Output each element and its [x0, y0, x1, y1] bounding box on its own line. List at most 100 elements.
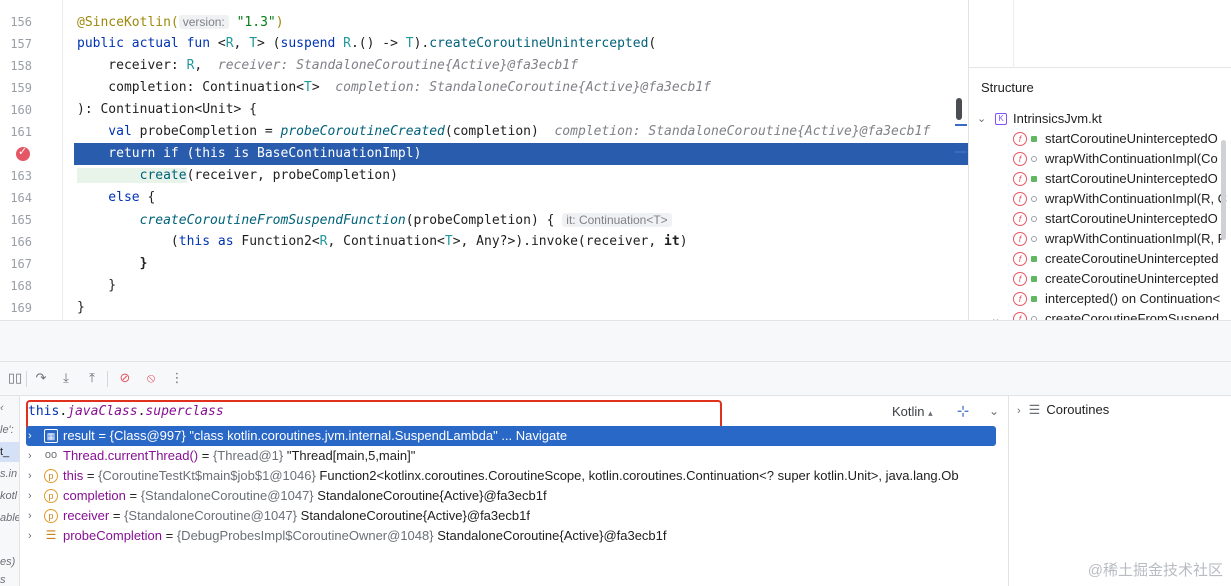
frames-list[interactable]: ‹ le': t_ s.in kotl able es) s	[0, 396, 20, 586]
variable-value: StandaloneCoroutine{Active}@fa3ecb1f	[433, 528, 667, 543]
variables-panel[interactable]: this.javaClass.superclass Kotlin ▴ ⊹ ⌄ ›…	[20, 396, 1008, 586]
structure-item[interactable]: f wrapWithContinuationImpl(Co	[969, 149, 1231, 169]
variable-row[interactable]: › oo Thread.currentThread() = {Thread@1}…	[20, 446, 1008, 466]
inline-value-hint: completion: StandaloneCoroutine{Active}@…	[335, 80, 711, 95]
frame-item[interactable]: s.in	[0, 464, 19, 484]
code-line[interactable]: createCoroutineFromSuspendFunction(probe…	[0, 209, 968, 231]
frame-item[interactable]: t_	[0, 442, 19, 462]
language-label: Kotlin	[892, 404, 925, 419]
variable-name: probeCompletion	[63, 528, 163, 543]
chevron-down-icon[interactable]: ⌄	[991, 309, 1000, 320]
variable-type: {StandaloneCoroutine@1047}	[140, 488, 314, 503]
error-stripe-mark[interactable]	[955, 124, 967, 126]
code-line[interactable]: receiver: R, receiver: StandaloneCorouti…	[0, 55, 968, 77]
type-param: R	[343, 36, 351, 51]
structure-item[interactable]: f startCoroutineUninterceptedO	[969, 129, 1231, 149]
frame-item[interactable]: kotl	[0, 486, 19, 506]
structure-item[interactable]: f intercepted() on Continuation<	[969, 289, 1231, 309]
step-over-icon[interactable]: ↷	[32, 370, 50, 388]
variable-eq: =	[94, 428, 110, 443]
chevron-right-icon[interactable]: ›	[28, 466, 32, 486]
structure-item[interactable]: f createCoroutineUnintercepted	[969, 249, 1231, 269]
frame-item[interactable]: es)	[0, 552, 19, 572]
code-line[interactable]: create(receiver, probeCompletion)	[0, 165, 968, 187]
variable-row[interactable]: › ☰ probeCompletion = {DebugProbesImpl$C…	[20, 526, 1008, 546]
it-keyword: it	[664, 234, 680, 249]
structure-item-label: createCoroutineUnintercepted	[1045, 271, 1219, 286]
structure-item-label: startCoroutineUninterceptedO	[1045, 211, 1218, 226]
function-icon: f	[1013, 172, 1027, 186]
expression-input[interactable]: this.javaClass.superclass	[28, 404, 224, 419]
variable-row[interactable]: › p this = {CoroutineTestKt$main$job$1@1…	[20, 466, 1008, 486]
chevron-right-icon[interactable]: ›	[28, 526, 32, 546]
structure-panel[interactable]: Structure ⌄ K IntrinsicsJvm.kt f startCor…	[968, 0, 1231, 320]
step-out-icon[interactable]: ⤒	[83, 370, 101, 388]
structure-title: Structure	[981, 80, 1034, 95]
code-line[interactable]: public actual fun <R, T> (suspend R.() -…	[0, 33, 968, 55]
error-stripe-mark[interactable]	[955, 151, 967, 153]
view-breakpoints-icon[interactable]: ⊘	[116, 370, 134, 388]
code-line[interactable]: }	[0, 275, 968, 297]
divider	[1013, 0, 1014, 68]
watch-result-icon: ▦	[44, 429, 58, 443]
code-line[interactable]: else {	[0, 187, 968, 209]
variable-row[interactable]: › p completion = {StandaloneCoroutine@10…	[20, 486, 1008, 506]
frame-item[interactable]: able	[0, 508, 19, 528]
code-token: receiver:	[77, 58, 187, 73]
layout-icon[interactable]: ▯▯	[6, 370, 24, 388]
step-into-icon[interactable]: ⤓	[57, 370, 75, 388]
watermark: @稀土掘金技术社区	[1087, 562, 1223, 579]
code-line[interactable]: val probeCompletion = probeCoroutineCrea…	[0, 121, 968, 143]
chevron-right-icon[interactable]: ›	[1017, 405, 1021, 417]
variable-row-result[interactable]: › ▦ result = {Class@997} "class kotlin.c…	[26, 426, 996, 446]
frame-item[interactable]: ‹	[0, 398, 19, 418]
coroutines-node[interactable]: › ☰ Coroutines	[1017, 400, 1109, 420]
structure-item[interactable]: f startCoroutineUninterceptedO	[969, 169, 1231, 189]
structure-item[interactable]: f startCoroutineUninterceptedO	[969, 209, 1231, 229]
structure-item[interactable]: f wrapWithContinuationImpl(R, C	[969, 189, 1231, 209]
language-selector[interactable]: Kotlin ▴	[892, 404, 933, 419]
function-icon: f	[1013, 212, 1027, 226]
structure-file-label: IntrinsicsJvm.kt	[1013, 111, 1102, 126]
chevron-down-icon[interactable]: ⌄	[986, 404, 1002, 420]
add-watch-icon[interactable]: ⊹	[954, 403, 972, 421]
panel-splitter[interactable]	[0, 320, 1231, 362]
structure-item[interactable]: f createCoroutineUnintercepted	[969, 269, 1231, 289]
structure-item[interactable]: ⌄ f createCoroutineFromSuspend	[969, 309, 1231, 320]
variable-value: StandaloneCoroutine{Active}@fa3ecb1f	[313, 488, 547, 503]
chevron-right-icon[interactable]: ›	[28, 486, 32, 506]
function-call: create	[77, 168, 187, 183]
code-line[interactable]: }	[0, 253, 968, 275]
evaluate-expression-row[interactable]: this.javaClass.superclass Kotlin ▴ ⊹ ⌄	[20, 400, 1008, 424]
structure-item[interactable]: f wrapWithContinuationImpl(R, P	[969, 229, 1231, 249]
code-line[interactable]: completion: Continuation<T> completion: …	[0, 77, 968, 99]
variable-type: {DebugProbesImpl$CoroutineOwner@1048}	[176, 528, 434, 543]
chevron-right-icon[interactable]: ›	[28, 506, 32, 526]
code-line[interactable]: @SinceKotlin(version: "1.3")	[0, 11, 968, 33]
mute-breakpoints-icon[interactable]: ⦸	[142, 370, 160, 388]
more-icon[interactable]: ⋮	[168, 370, 186, 388]
frame-item[interactable]: le':	[0, 420, 19, 440]
code-editor[interactable]: 156 157 158 159 160 161 163 164 165 166 …	[0, 0, 968, 320]
expression-property: superclass	[145, 404, 224, 419]
chevron-down-icon[interactable]: ⌄	[977, 109, 986, 129]
coroutines-panel[interactable]: › ☰ Coroutines @稀土掘金技术社区	[1008, 396, 1231, 586]
code-line[interactable]: }	[0, 297, 968, 319]
breakpoint-icon[interactable]	[16, 145, 30, 161]
structure-file-node[interactable]: ⌄ K IntrinsicsJvm.kt	[969, 109, 1231, 129]
kotlin-file-icon: K	[995, 113, 1007, 125]
keyword: this is	[194, 146, 250, 161]
parameter-icon: p	[44, 469, 58, 483]
code-token: }	[77, 278, 117, 293]
frame-item[interactable]: s	[0, 570, 19, 586]
code-line[interactable]: ): Continuation<Unit> {	[0, 99, 968, 121]
structure-scrollbar[interactable]	[1221, 140, 1226, 240]
variable-row[interactable]: › p receiver = {StandaloneCoroutine@1047…	[20, 506, 1008, 526]
chevron-right-icon[interactable]: ›	[28, 426, 32, 446]
structure-item-label: createCoroutineFromSuspend	[1045, 311, 1220, 320]
chevron-right-icon[interactable]: ›	[28, 446, 32, 466]
function-icon: f	[1013, 252, 1027, 266]
current-execution-line[interactable]: return if (this is BaseContinuationImpl)	[74, 143, 968, 165]
editor-scrollbar-thumb[interactable]	[956, 98, 962, 120]
code-line[interactable]: (this as Function2<R, Continuation<T>, A…	[0, 231, 968, 253]
